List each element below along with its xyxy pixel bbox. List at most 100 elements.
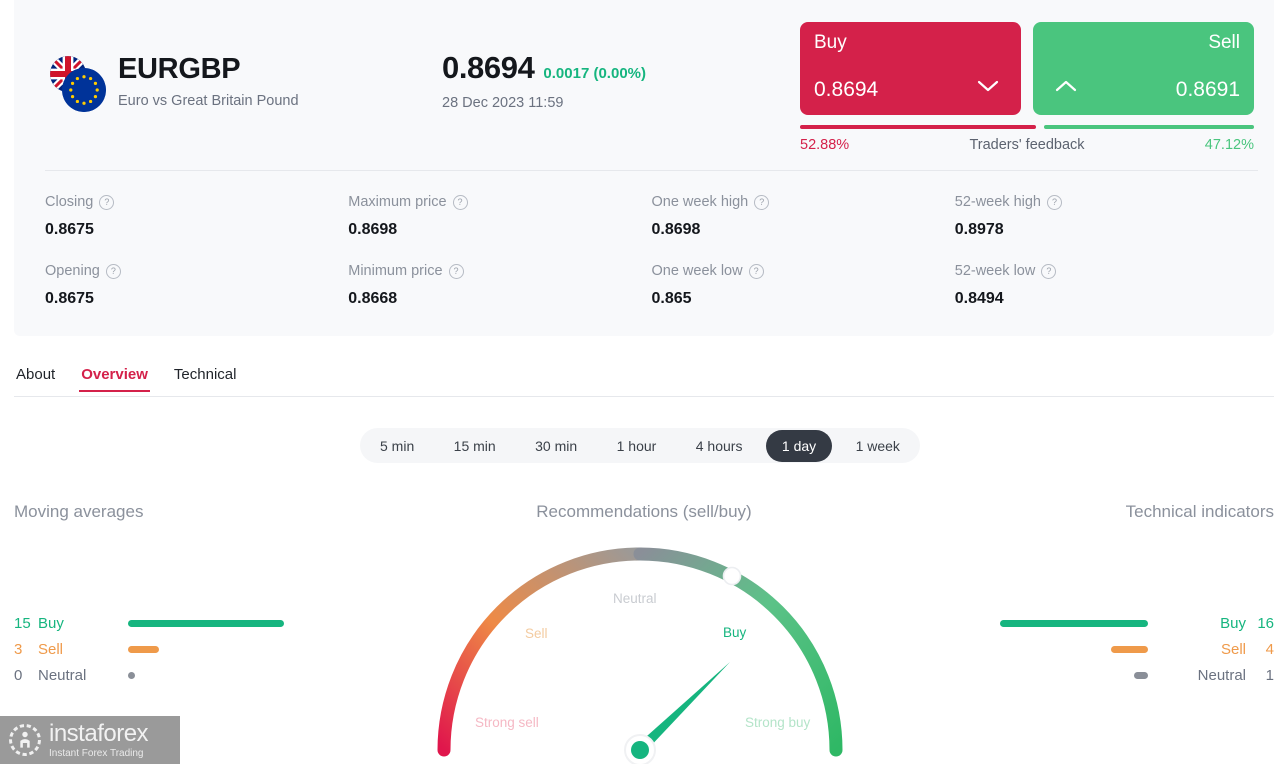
stat-label: Closing? [45,192,348,212]
feedback-buy-percent: 52.88% [800,137,850,153]
question-mark-icon[interactable]: ? [99,194,115,210]
ma-count: 15 [14,614,31,632]
header-divider [45,170,1258,171]
sell-label: Sell [1208,32,1240,53]
sell-button[interactable]: Sell 0.8691 [1033,22,1254,115]
stat-label-text: Maximum price [348,194,447,210]
timeframe-30-min[interactable]: 30 min [519,430,593,462]
ma-count: 0 [14,666,23,684]
tab-overview[interactable]: Overview [79,366,150,392]
buy-button[interactable]: Buy 0.8694 [800,22,1021,115]
ma-name: Neutral [38,666,87,684]
section-tabs: About Overview Technical [14,366,238,392]
ma-name: Buy [38,614,64,632]
logo-tagline: Instant Forex Trading [49,747,144,759]
stat-label: Maximum price? [348,192,651,212]
stat-cell: One week high? 0.8698 [652,192,955,239]
chevron-up-icon [1055,80,1077,92]
question-mark-icon[interactable]: ? [1047,194,1062,210]
tab-about[interactable]: About [14,366,57,392]
technical-indicator-row: Neutral 1 [974,662,1274,688]
ti-count: 4 [1265,640,1274,658]
timeframe-1-day[interactable]: 1 day [765,429,833,462]
ma-name: Sell [38,640,64,658]
stat-label: One week high? [652,192,955,212]
ti-bar [1111,645,1148,653]
ti-count: 1 [1265,666,1274,684]
eu-flag-icon [62,68,106,112]
current-price: 0.8694 [442,50,535,85]
stat-value: 0.8698 [651,221,701,238]
gauge-label-buy: Buy [723,625,747,640]
ma-bar [128,671,135,679]
stat-value: 0.8494 [954,290,1004,307]
question-mark-icon[interactable]: ? [448,263,464,279]
stat-label-text: Opening [45,263,100,279]
instaforex-watermark: instaforex Instant Forex Trading [0,716,180,764]
logo-name: instaforex [49,719,149,747]
stat-cell: Opening? 0.8675 [45,261,348,308]
instrument-header-card: EURGBP Euro vs Great Britain Pound 0.869… [14,0,1274,336]
question-mark-icon[interactable]: ? [1041,263,1057,279]
stat-value: 0.8978 [954,221,1004,238]
ti-bar [1000,619,1148,627]
gauge-label-strong-buy: Strong buy [745,715,811,730]
ti-bar [1134,671,1148,679]
feedback-bar-buy [800,124,1036,129]
timeframe-5-min[interactable]: 5 min [364,430,430,462]
stat-value: 0.8668 [348,290,398,307]
stat-label-text: One week high [651,194,749,210]
stat-cell: 52-week low? 0.8494 [955,261,1258,308]
technical-indicators-legend: Buy 16 Sell 4 Neutral 1 [974,610,1274,688]
instaforex-logo-icon [9,724,41,756]
gauge-label-sell: Sell [525,626,548,641]
ma-bar [128,645,160,653]
technical-indicators-title: Technical indicators [1125,502,1274,521]
timeframe-1-week[interactable]: 1 week [840,430,916,462]
timeframe-15-min[interactable]: 15 min [438,430,512,462]
buy-price: 0.8694 [814,78,879,101]
moving-average-row: 15 Buy [14,610,314,636]
statistics-grid: Closing? 0.8675 Maximum price? 0.8698 One we… [45,192,1258,308]
tab-technical[interactable]: Technical [172,366,239,392]
stat-label-text: Closing [45,194,94,210]
feedback-bar-sell [1043,124,1254,129]
feedback-bars [800,124,1254,129]
timeframe-4-hours[interactable]: 4 hours [680,430,759,462]
ti-name: Sell [1220,640,1246,658]
price-timestamp: 28 Dec 2023 11:59 [442,95,564,111]
traders-feedback: 52.88% Traders' feedback 47.12% [800,124,1254,153]
trade-panel: Buy 0.8694 Sell 0.8691 52.88% Traders' f… [800,22,1254,153]
question-mark-icon[interactable]: ? [754,194,770,210]
gauge-pivot [631,741,649,759]
question-mark-icon[interactable]: ? [748,263,764,279]
price-change: 0.0017 (0.00%) [543,65,646,82]
recommendations-title: Recommendations (sell/buy) [536,502,752,521]
timeframe-selector: 5 min 15 min 30 min 1 hour 4 hours 1 day 1 wee… [360,428,920,463]
moving-average-row: 0 Neutral [14,662,314,688]
stat-cell: Maximum price? 0.8698 [348,192,651,239]
stat-label: 52-week low? [955,261,1258,281]
question-mark-icon[interactable]: ? [452,194,468,210]
stat-cell: Closing? 0.8675 [45,192,348,239]
feedback-sell-percent: 47.12% [1204,137,1254,153]
page-title: EURGBP [118,53,241,85]
stat-cell: 52-week high? 0.8978 [955,192,1258,239]
timeframe-1-hour[interactable]: 1 hour [601,430,673,462]
stat-label-text: One week low [651,263,743,279]
gauge-needle [638,662,730,751]
stat-label: Minimum price? [348,261,651,281]
gauge-label-neutral: Neutral [613,591,657,606]
stat-label: Opening? [45,261,348,281]
moving-average-row: 3 Sell [14,636,314,662]
stat-value: 0.865 [651,290,692,307]
question-mark-icon[interactable]: ? [105,263,121,279]
technical-indicator-row: Buy 16 [974,610,1274,636]
gauge-marker-icon [722,566,742,586]
stat-cell: One week low? 0.865 [652,261,955,308]
ti-name: Neutral [1197,666,1246,684]
stat-cell: Minimum price? 0.8668 [348,261,651,308]
stat-label-text: Minimum price [348,263,443,279]
technical-indicator-row: Sell 4 [974,636,1274,662]
ma-count: 3 [14,640,23,658]
